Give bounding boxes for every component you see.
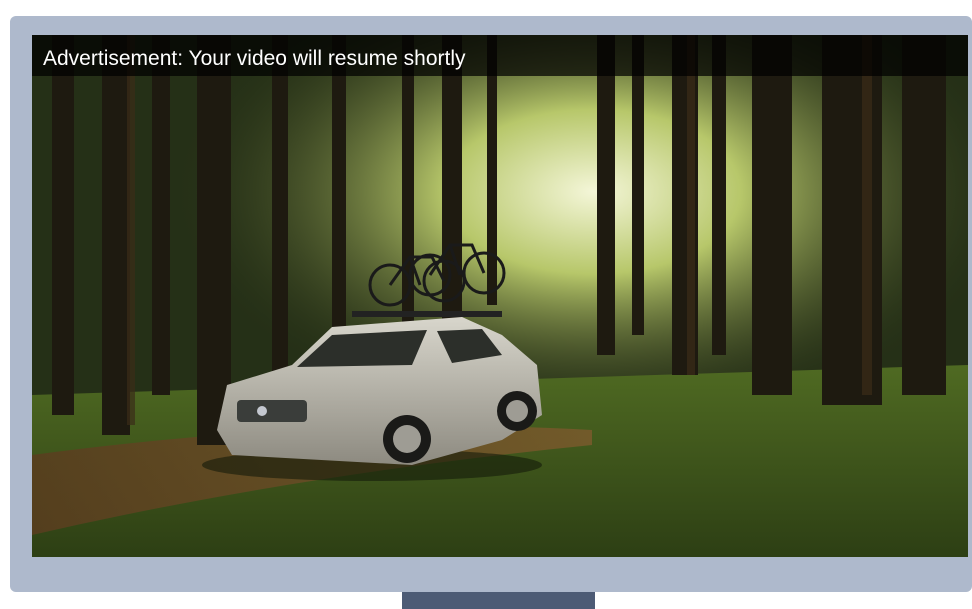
ad-video-frame (32, 35, 968, 557)
ad-banner-text: Advertisement: Your video will resume sh… (43, 47, 466, 70)
video-player[interactable]: Advertisement: Your video will resume sh… (32, 35, 968, 557)
tv-frame: Advertisement: Your video will resume sh… (10, 16, 972, 592)
tv-stand (402, 592, 595, 609)
ad-banner: Advertisement: Your video will resume sh… (32, 35, 968, 76)
